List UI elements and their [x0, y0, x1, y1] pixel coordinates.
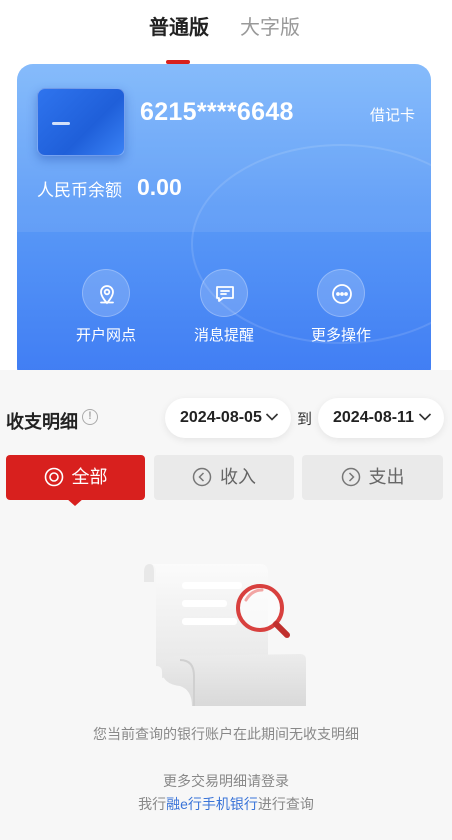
message-icon [200, 269, 248, 317]
arrow-left-circle-icon [192, 467, 212, 486]
details-title: 收支明细 [6, 412, 78, 432]
branch-locator-label: 开户网点 [75, 327, 136, 344]
branch-locator-button[interactable]: 开户网点 [51, 269, 161, 349]
tab-large-font-mode[interactable]: 大字版 [240, 14, 300, 42]
target-icon [44, 467, 63, 487]
bank-card-icon [37, 88, 125, 156]
message-alert-button[interactable]: 消息提醒 [169, 269, 279, 349]
balance-value: 0.00 [137, 174, 182, 200]
more-actions-label: 更多操作 [310, 327, 371, 344]
start-date-picker[interactable]: 2024-08-05 [165, 398, 291, 438]
filter-all-label: 全部 [71, 467, 108, 487]
info-icon[interactable]: ! [82, 409, 98, 425]
empty-message: 您当前查询的银行账户在此期间无收支明细 [93, 726, 359, 742]
location-pin-icon [82, 269, 130, 317]
card-number: 6215****6648 [140, 98, 294, 126]
login-hint-line1: 更多交易明细请登录 [163, 773, 289, 789]
filter-all-button[interactable]: 全部 [6, 455, 145, 500]
active-filter-pointer [66, 498, 84, 506]
mode-tabs: 普通版 大字版 [0, 14, 452, 64]
end-date-value: 2024-08-11 [333, 409, 414, 426]
filter-income-button[interactable]: 收入 [154, 455, 294, 500]
mobile-banking-link[interactable]: 融e行手机银行 [166, 796, 258, 812]
filter-expense-button[interactable]: 支出 [302, 455, 443, 500]
end-date-picker[interactable]: 2024-08-11 [318, 398, 444, 438]
message-alert-label: 消息提醒 [193, 327, 254, 344]
filter-income-label: 收入 [220, 467, 256, 487]
login-hint-line2: 我行融e行手机银行进行查询 [0, 794, 452, 814]
login-hint-prefix: 我行 [138, 796, 167, 812]
arrow-right-circle-icon [341, 467, 360, 486]
tab-normal-mode[interactable]: 普通版 [149, 14, 209, 42]
chevron-down-icon [418, 413, 432, 421]
chevron-down-icon [265, 413, 279, 421]
card-type: 借记卡 [369, 107, 415, 124]
balance-label: 人民币余额 [37, 181, 122, 200]
more-icon [317, 269, 365, 317]
date-separator: 到 [297, 411, 313, 428]
bank-card-stripe [52, 122, 70, 125]
empty-records-illustration [144, 564, 306, 706]
more-actions-button[interactable]: 更多操作 [286, 269, 396, 349]
login-hint-suffix: 进行查询 [257, 796, 314, 812]
filter-expense-label: 支出 [368, 467, 405, 487]
account-card: 6215****6648 借记卡 人民币余额 0.00 开户网点 消息提醒 更多… [17, 64, 431, 384]
start-date-value: 2024-08-05 [180, 409, 262, 426]
